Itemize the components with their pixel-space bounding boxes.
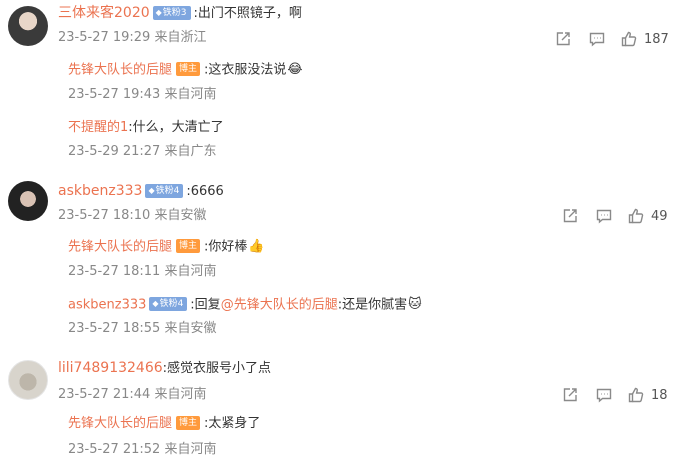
avatar[interactable] — [8, 6, 48, 46]
reply-meta: 23-5-29 21:27 来自广东 — [68, 142, 217, 162]
timestamp: 23-5-27 21:52 — [68, 442, 161, 457]
comment-line: askbenz333 ◆铁粉4:6666 — [58, 181, 224, 201]
timestamp: 23-5-29 21:27 — [68, 144, 161, 159]
timestamp: 23-5-27 19:43 — [68, 87, 161, 102]
comment-meta: 23-5-27 18:10 来自安徽 — [58, 206, 207, 226]
reply-meta: 23-5-27 19:43 来自河南 — [68, 85, 217, 105]
owner-badge: 博主 — [176, 62, 201, 76]
comment-meta: 23-5-27 21:44 来自河南 — [58, 385, 207, 405]
diamond-icon: ◆ — [148, 185, 155, 195]
location: 来自河南 — [164, 442, 217, 457]
fan-badge-label: 铁粉4 — [159, 299, 184, 309]
location: 来自安徽 — [164, 321, 217, 336]
username-link[interactable]: 先锋大队长的后腿 — [68, 416, 172, 431]
owner-badge: 博主 — [176, 415, 201, 430]
diamond-icon: ◆ — [152, 299, 159, 308]
comment-meta: 23-5-27 19:29 来自浙江 — [58, 28, 207, 48]
fan-badge-label: 铁粉3 — [162, 7, 187, 18]
cat-emoji: 🐱 — [408, 297, 422, 312]
timestamp: 23-5-27 18:55 — [68, 321, 161, 336]
share-icon[interactable] — [561, 207, 579, 225]
comment-actions: 187 — [554, 29, 669, 49]
reply-line: 不提醒的1:什么，大清亡了 — [68, 118, 224, 138]
like-count: 18 — [651, 387, 668, 403]
timestamp: 23-5-27 18:10 — [58, 208, 151, 223]
reply-line: 先锋大队长的后腿 博主:这衣服没法说😂 — [68, 60, 303, 80]
username-link[interactable]: 三体来客2020 — [58, 5, 150, 21]
comment-icon[interactable] — [595, 386, 613, 404]
timestamp: 23-5-27 21:44 — [58, 387, 151, 402]
thumbs-up-icon[interactable] — [620, 30, 638, 48]
like-count: 187 — [644, 31, 669, 47]
reply-text: :还是你腻害 — [337, 297, 408, 313]
reply-meta: 23-5-27 18:11 来自河南 — [68, 262, 217, 282]
fan-badge-label: 铁粉4 — [155, 185, 180, 196]
reply-prefix: :回复 — [190, 297, 221, 313]
comment-text: :6666 — [186, 184, 224, 199]
thumbs-up-icon[interactable] — [627, 386, 645, 404]
username-link[interactable]: askbenz333 — [68, 298, 146, 313]
fan-badge[interactable]: ◆铁粉3 — [152, 5, 191, 20]
reply-text: :太紧身了 — [204, 416, 261, 431]
fan-badge[interactable]: ◆铁粉4 — [145, 183, 184, 198]
reply-line: 先锋大队长的后腿 博主:你好棒👍 — [68, 237, 265, 257]
comment-icon[interactable] — [588, 30, 606, 48]
reply-meta: 23-5-27 18:55 来自安徽 — [68, 319, 217, 339]
reply-meta: 23-5-27 21:52 来自河南 — [68, 440, 217, 460]
comment-line: lili7489132466:感觉衣服号小了点 — [58, 358, 271, 378]
location: 来自河南 — [164, 264, 217, 279]
thumbs-up-emoji: 👍 — [248, 239, 265, 254]
timestamp: 23-5-27 19:29 — [58, 30, 151, 45]
reply-line: 先锋大队长的后腿 博主:太紧身了 — [68, 414, 260, 434]
location: 来自浙江 — [154, 30, 207, 45]
comment-line: 三体来客2020 ◆铁粉3:出门不照镜子，啊 — [58, 3, 302, 23]
owner-badge: 博主 — [176, 239, 201, 253]
reply-text: :什么，大清亡了 — [128, 120, 224, 135]
avatar[interactable] — [8, 360, 48, 400]
username-link[interactable]: lili7489132466 — [58, 360, 163, 376]
comment-text: :感觉衣服号小了点 — [162, 361, 272, 376]
laughing-crying-emoji: 😂 — [287, 62, 303, 77]
reply-line: askbenz333 ◆铁粉4:回复@先锋大队长的后腿:还是你腻害🐱 — [68, 295, 422, 315]
location: 来自广东 — [164, 144, 217, 159]
mention-link[interactable]: @先锋大队长的后腿 — [221, 298, 338, 313]
thumbs-up-icon[interactable] — [627, 207, 645, 225]
location: 来自安徽 — [154, 208, 207, 223]
share-icon[interactable] — [554, 30, 572, 48]
comment-actions: 18 — [561, 385, 668, 405]
username-link[interactable]: 先锋大队长的后腿 — [68, 63, 172, 78]
reply-text: :这衣服没法说 — [204, 62, 287, 78]
comment-actions: 49 — [561, 206, 668, 226]
timestamp: 23-5-27 18:11 — [68, 264, 161, 279]
comment-text: :出门不照镜子，啊 — [193, 6, 302, 21]
username-link[interactable]: askbenz333 — [58, 183, 142, 199]
reply-text: :你好棒 — [204, 239, 248, 255]
like-count: 49 — [651, 208, 668, 224]
share-icon[interactable] — [561, 386, 579, 404]
username-link[interactable]: 不提醒的1 — [68, 120, 128, 135]
fan-badge[interactable]: ◆铁粉4 — [149, 297, 188, 311]
location: 来自河南 — [164, 87, 217, 102]
username-link[interactable]: 先锋大队长的后腿 — [68, 240, 172, 255]
avatar[interactable] — [8, 181, 48, 221]
diamond-icon: ◆ — [155, 7, 162, 17]
comment-icon[interactable] — [595, 207, 613, 225]
location: 来自河南 — [154, 387, 207, 402]
